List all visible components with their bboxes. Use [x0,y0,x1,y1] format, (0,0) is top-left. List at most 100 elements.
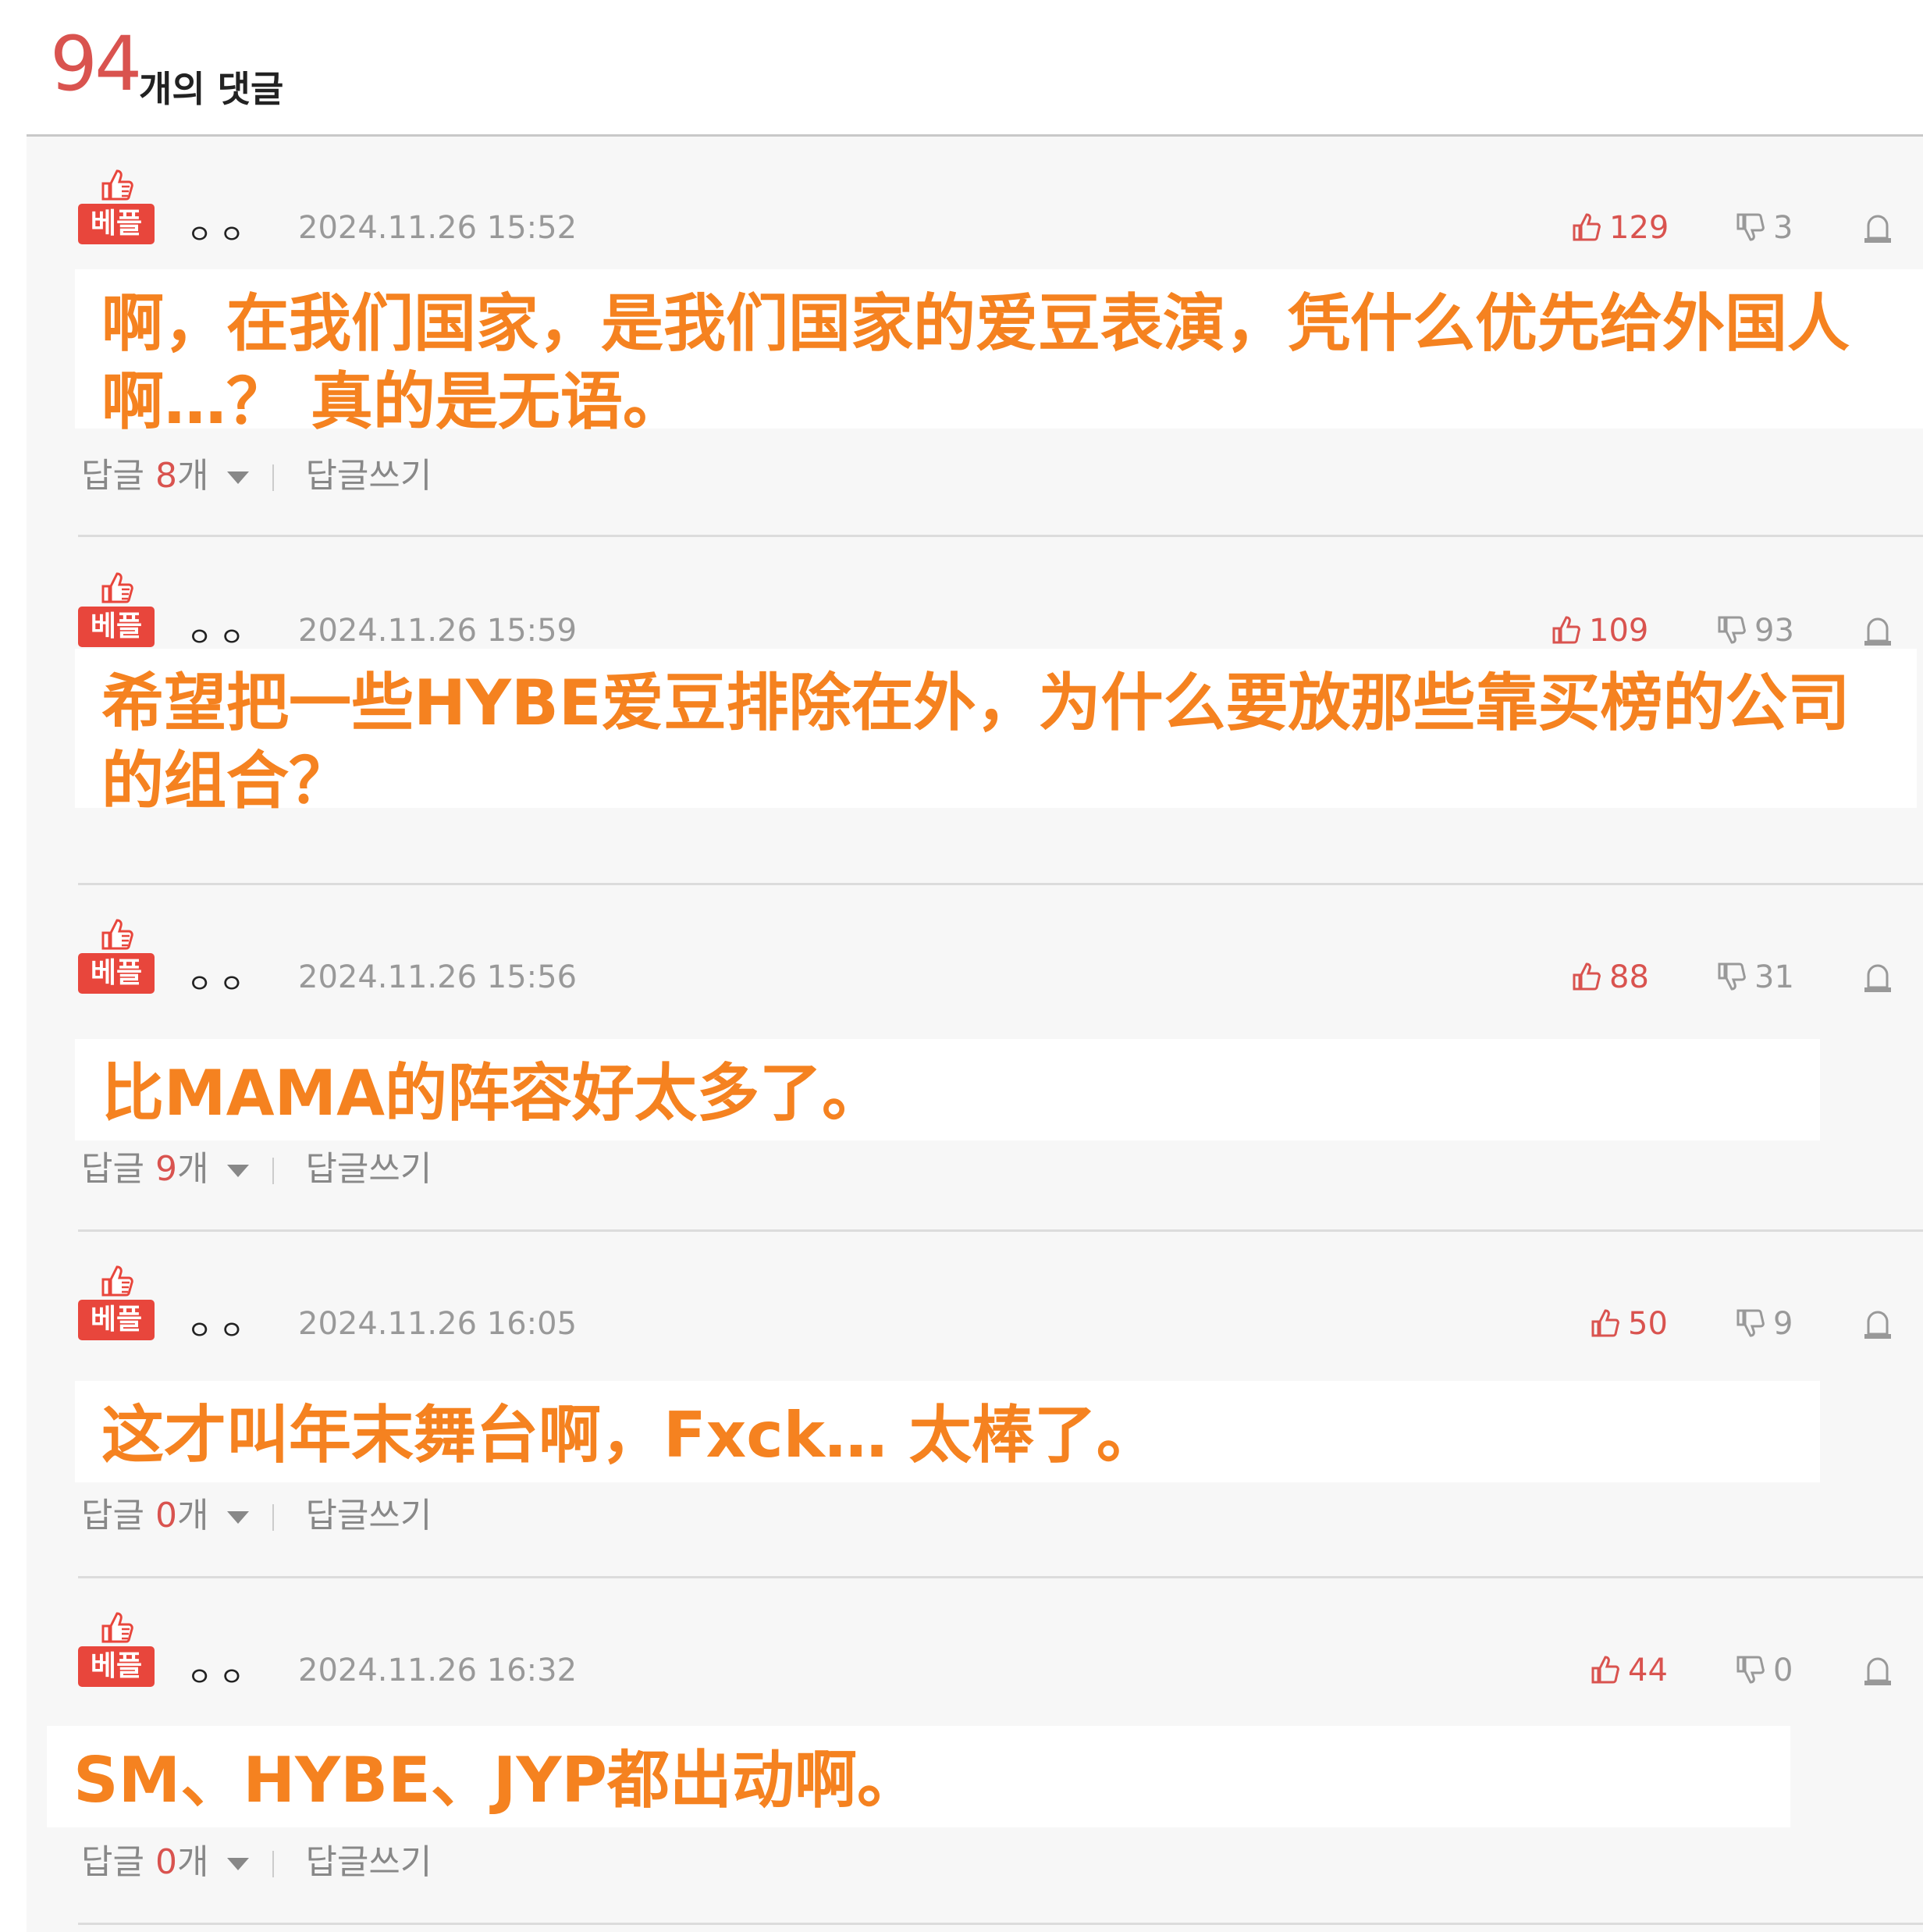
best-badge: 베플 [78,917,155,995]
best-badge: 베플 [78,1610,155,1688]
comment-divider [78,1229,1923,1232]
thumbs-up-icon [1591,1309,1619,1337]
reply-unit: 개 [176,1842,209,1882]
best-badge-label: 베플 [78,1300,155,1340]
comment-body: SM、HYBE、JYP都出动啊。 [47,1726,1790,1827]
comment-divider [78,1576,1923,1578]
report-siren-icon[interactable] [1862,616,1893,647]
dislike-count: 93 [1754,613,1794,649]
best-badge: 베플 [78,571,155,649]
reply-toggle[interactable]: 답글 8개 [81,456,265,496]
author-nickname[interactable]: ㅇㅇ [187,213,252,251]
like-count: 50 [1628,1306,1668,1342]
reply-toggle[interactable]: 답글 9개 [81,1149,265,1189]
reply-count: 0 [155,1842,177,1882]
comment-text: 比MAMA的阵容好太多了。 [101,1057,885,1130]
like-count: 44 [1628,1653,1668,1688]
thumbs-down-icon [1736,1309,1765,1337]
chevron-down-icon [227,1165,250,1177]
reply-toggle[interactable]: 답글 0개 [81,1496,265,1535]
comment-body: 比MAMA的阵容好太多了。 [75,1039,1820,1140]
comment-divider [78,883,1923,885]
reply-unit: 개 [176,456,209,496]
comment-text: 啊，在我们国家，是我们国家的爱豆表演，凭什么优先给外国人啊…？ 真的是无语。 [101,287,1850,438]
reply-word: 답글 [81,1496,144,1535]
reply-unit: 개 [176,1496,209,1535]
dislike-button[interactable]: 3 [1736,210,1793,246]
comment-body: 这才叫年末舞台啊，Fxck… 太棒了。 [75,1381,1820,1482]
dislike-count: 0 [1773,1653,1793,1688]
thumbs-up-icon [101,572,133,603]
reply-word: 답글 [81,1842,144,1882]
thumbs-up-icon [101,169,133,201]
separator [272,464,275,491]
reply-bar: 답글 0개 답글쓰기 [81,1834,432,1884]
thumbs-up-icon [1591,1656,1619,1684]
comment-divider [78,535,1923,537]
dislike-button[interactable]: 31 [1717,959,1794,995]
dislike-count: 3 [1773,210,1793,246]
thumbs-down-icon [1736,1656,1765,1684]
report-siren-icon[interactable] [1862,1309,1893,1340]
like-button[interactable]: 50 [1591,1306,1668,1342]
reply-unit: 개 [176,1149,209,1189]
separator [272,1158,275,1184]
comment-divider [78,1923,1923,1925]
author-nickname[interactable]: ㅇㅇ [187,962,252,1001]
dislike-button[interactable]: 93 [1717,613,1794,649]
thumbs-up-icon [1573,962,1601,991]
best-badge-label: 베플 [78,1646,155,1687]
like-button[interactable]: 44 [1591,1653,1668,1688]
thumbs-up-icon [1552,616,1580,644]
reply-bar: 답글 8개 답글쓰기 [81,447,432,497]
thumbs-up-icon [101,1265,133,1297]
reply-count: 8 [155,456,177,496]
write-reply-button[interactable]: 답글쓰기 [305,1149,432,1189]
reply-count: 9 [155,1149,177,1189]
chevron-down-icon [227,1858,250,1870]
dislike-count: 9 [1773,1306,1793,1342]
best-badge-label: 베플 [78,607,155,647]
dislike-button[interactable]: 0 [1736,1653,1793,1688]
like-button[interactable]: 129 [1572,210,1669,246]
author-nickname[interactable]: ㅇㅇ [187,1656,252,1694]
chevron-down-icon [227,1511,250,1524]
comment-date: 2024.11.26 15:59 [298,613,578,649]
dislike-count: 31 [1754,959,1794,995]
comment-date: 2024.11.26 16:32 [298,1653,578,1688]
comment-text: SM、HYBE、JYP都出动啊。 [73,1744,920,1816]
write-reply-button[interactable]: 답글쓰기 [305,1842,432,1882]
comment-date: 2024.11.26 16:05 [298,1306,578,1342]
report-siren-icon[interactable] [1862,962,1893,994]
thumbs-up-icon [101,919,133,950]
reply-bar: 답글 9개 답글쓰기 [81,1140,432,1190]
write-reply-button[interactable]: 답글쓰기 [305,1496,432,1535]
like-count: 88 [1609,959,1649,995]
best-badge: 베플 [78,168,155,246]
like-count: 109 [1589,613,1649,649]
comment-date: 2024.11.26 15:52 [298,210,578,246]
separator [272,1851,275,1877]
like-button[interactable]: 109 [1552,613,1648,649]
thumbs-down-icon [1718,962,1746,991]
comment-count-label: 개의 댓글 [139,68,284,110]
dislike-button[interactable]: 9 [1736,1306,1793,1342]
reply-toggle[interactable]: 답글 0개 [81,1842,265,1882]
comment-text: 这才叫年末舞台啊，Fxck… 太棒了。 [101,1399,1159,1471]
best-badge: 베플 [78,1264,155,1342]
write-reply-button[interactable]: 답글쓰기 [305,456,432,496]
comment-body: 啊，在我们国家，是我们国家的爱豆表演，凭什么优先给外国人啊…？ 真的是无语。 [75,269,1923,438]
thumbs-down-icon [1718,616,1746,644]
like-button[interactable]: 88 [1572,959,1649,995]
report-siren-icon[interactable] [1862,1656,1893,1687]
comment-list: 베플 ㅇㅇ 2024.11.26 15:52 129 3 啊，在我们国家，是我们… [27,137,1923,1932]
like-count: 129 [1609,210,1669,246]
author-nickname[interactable]: ㅇㅇ [187,1309,252,1347]
comments-header: 94 개의 댓글 [0,0,1923,137]
comment-count: 94 [50,20,142,108]
report-siren-icon[interactable] [1862,213,1893,244]
reply-count: 0 [155,1496,177,1535]
best-badge-label: 베플 [78,953,155,994]
thumbs-up-icon [101,1612,133,1643]
comment-body: 希望把一些HYBE爱豆排除在外，为什么要放那些靠买榜的公司的组合？ [75,649,1917,817]
